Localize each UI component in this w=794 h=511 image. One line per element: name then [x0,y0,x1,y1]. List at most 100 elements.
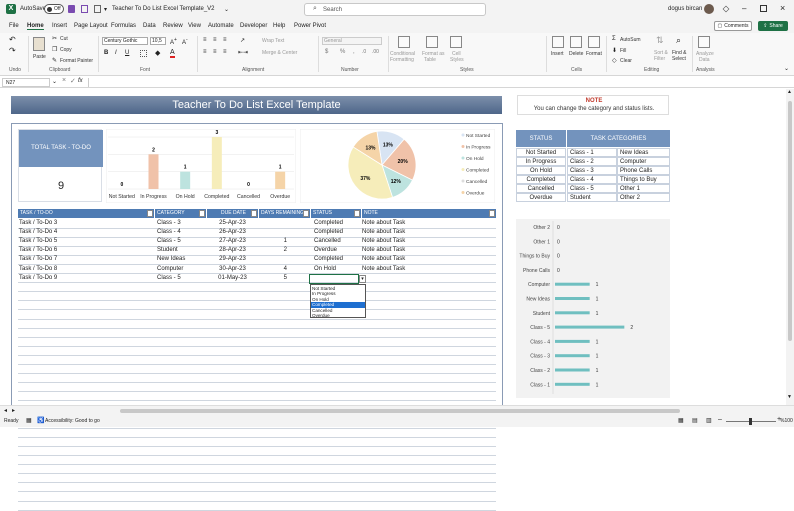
conditional-formatting-icon[interactable] [398,36,410,48]
zoom-slider[interactable] [726,418,776,425]
italic-icon[interactable]: I [115,50,117,56]
category-name-item[interactable]: Things to Buy [617,175,670,184]
paste-label[interactable]: Paste [33,54,46,60]
indent-icon[interactable]: ⇤⇥ [238,49,248,56]
status-list-item[interactable]: Overdue [516,193,566,202]
col-days-remaining[interactable]: DAYS REMAINING [259,209,310,218]
note-cell[interactable]: Note about Task [362,219,405,228]
sort-filter-icon[interactable]: ⇅ [656,35,664,46]
task-cell[interactable]: Task / To-Do 8 [19,265,57,274]
accessibility-status[interactable]: Accessibility: Good to go [45,418,100,424]
tab-power-pivot[interactable]: Power Pivot [294,23,326,29]
format-cells-icon[interactable] [588,36,600,48]
col-due-date[interactable]: DUE DATE [207,209,258,218]
tab-help[interactable]: Help [273,23,285,29]
formula-input[interactable] [88,78,788,87]
status-dropdown-arrow[interactable]: ▾ [359,275,366,283]
category-cell[interactable]: New Ideas [157,255,185,264]
category-code-item[interactable]: Class - 5 [567,184,617,193]
scroll-up-icon[interactable]: ▲ [787,89,792,95]
collapse-ribbon-icon[interactable]: ⌄ [784,65,789,72]
status-list-item[interactable]: Not Started [516,148,566,157]
table-row[interactable]: Task / To-Do 9 Class - 5 01-May-23 5 [18,274,496,283]
note-cell[interactable]: Note about Task [362,237,405,246]
font-color-icon[interactable]: A [170,49,175,58]
note-cell[interactable]: Note about Task [362,265,405,274]
tab-page-layout[interactable]: Page Layout [74,23,108,29]
category-cell[interactable]: Class - 5 [157,274,181,283]
note-cell[interactable]: Note about Task [362,246,405,255]
scroll-down-icon[interactable]: ▼ [787,394,792,400]
page-break-view-icon[interactable]: ▥ [706,417,712,424]
category-cell[interactable]: Class - 3 [157,219,181,228]
active-status-cell[interactable] [309,274,359,284]
fill-color-icon[interactable]: ◆ [155,49,160,57]
filter-due-date-icon[interactable] [251,210,257,217]
underline-icon[interactable]: U [125,50,129,56]
filter-category-icon[interactable] [199,210,205,217]
tab-view[interactable]: View [188,23,201,29]
due-date-cell[interactable]: 01-May-23 [207,274,258,283]
orientation-icon[interactable]: ↗ [240,37,245,44]
autosum-icon[interactable]: Σ [612,36,616,42]
filter-days-icon[interactable] [303,210,309,217]
customize-qat-icon[interactable]: ▾ [104,6,107,13]
currency-icon[interactable]: $ [325,49,328,55]
align-center-icon[interactable]: ≡ [213,49,217,55]
sheet-nav-prev-icon[interactable]: ◂ [4,407,7,414]
category-cell[interactable]: Class - 5 [157,237,181,246]
category-name-item[interactable]: Other 2 [617,193,670,202]
category-code-item[interactable]: Student [567,193,617,202]
category-name-item[interactable]: Computer [617,157,670,166]
task-cell[interactable]: Task / To-Do 9 [19,274,57,283]
align-middle-icon[interactable]: ≡ [213,37,217,43]
comments-button[interactable]: ▢ Comments [714,21,752,31]
dropdown-option[interactable]: Overdue [311,313,365,318]
tab-automate[interactable]: Automate [208,23,234,29]
status-cell[interactable]: On Hold [314,265,336,274]
table-row[interactable]: Task / To-Do 3 Class - 3 25-Apr-23 Complete… [18,219,496,228]
table-row[interactable]: Task / To-Do 8 Computer 30-Apr-23 4 On Hold N… [18,265,496,274]
fill-icon[interactable]: ⬇ [612,47,617,54]
task-cell[interactable]: Task / To-Do 4 [19,228,57,237]
task-cell[interactable]: Task / To-Do 7 [19,255,57,264]
zoom-slider-thumb[interactable] [749,418,752,425]
restore-icon[interactable] [760,5,767,12]
align-top-icon[interactable]: ≡ [203,37,207,43]
col-task[interactable]: TASK / TO-DO [18,209,154,218]
font-size-select[interactable]: 10,5 [150,37,166,45]
category-cell[interactable]: Computer [157,265,183,274]
format-as-table-icon[interactable] [426,36,438,48]
tab-data[interactable]: Data [143,23,156,29]
name-box[interactable]: N27 [2,78,50,87]
col-status[interactable]: STATUS [311,209,361,218]
undo-icon[interactable]: ↶ [9,35,16,44]
close-icon[interactable]: × [780,3,785,13]
days-remaining-cell[interactable]: 5 [259,274,287,283]
format-painter-button[interactable]: Format Painter [60,58,93,64]
number-format-select[interactable]: General [322,37,382,45]
page-layout-view-icon[interactable]: ▤ [692,417,698,424]
col-category[interactable]: CATEGORY [155,209,206,218]
filter-status-icon[interactable] [354,210,360,217]
qa-icon-1[interactable] [81,5,88,13]
copy-button[interactable]: Copy [60,47,72,53]
status-list-item[interactable]: In Progress [516,157,566,166]
vertical-scrollbar[interactable]: ▲ ▼ [786,89,794,405]
days-remaining-cell[interactable]: 4 [259,265,287,274]
delete-cells-icon[interactable] [570,36,582,48]
cell-styles-icon[interactable] [450,36,462,48]
category-name-item[interactable]: Other 1 [617,184,670,193]
category-code-item[interactable]: Class - 2 [567,157,617,166]
days-remaining-cell[interactable]: 1 [259,237,287,246]
table-row[interactable]: Task / To-Do 7 New Ideas 29-Apr-23 Complete… [18,255,496,264]
autosave-toggle[interactable]: Off [44,4,64,14]
tab-file[interactable]: File [9,23,19,29]
enter-formula-icon[interactable]: ✓ [70,77,76,85]
status-cell[interactable]: Completed [314,255,343,264]
align-left-icon[interactable]: ≡ [203,49,207,55]
fill-button[interactable]: Fill [620,48,626,54]
status-cell[interactable]: Completed [314,228,343,237]
due-date-cell[interactable]: 27-Apr-23 [207,237,258,246]
shrink-font-icon[interactable]: A- [182,37,188,46]
